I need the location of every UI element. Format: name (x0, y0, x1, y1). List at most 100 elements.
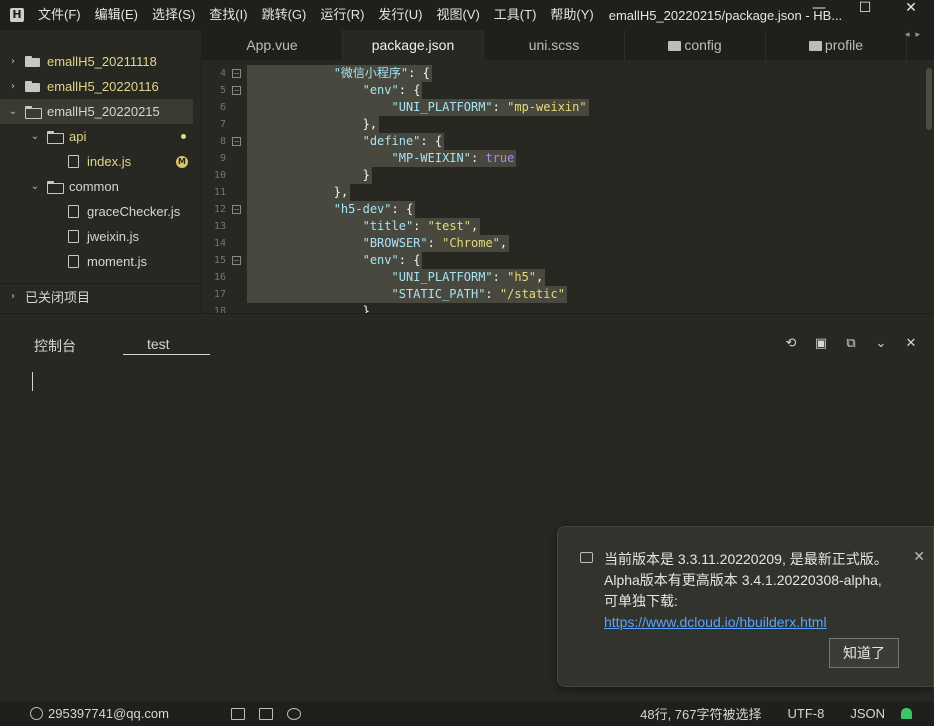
tree-item-common[interactable]: ⌄ common (0, 174, 202, 199)
notification-line: Alpha版本有更高版本 3.4.1.20220308-alpha, (604, 572, 882, 588)
notification-bell-icon[interactable] (901, 708, 912, 719)
code-line[interactable]: 11 }, (202, 184, 934, 201)
tree-item-label: graceChecker.js (87, 204, 181, 219)
message-icon (580, 552, 593, 563)
code-line[interactable]: 9 "MP-WEIXIN": true (202, 150, 934, 167)
tab-package-json[interactable]: package.json (343, 30, 484, 60)
code-line[interactable]: 13 "title": "test", (202, 218, 934, 235)
active-tab-underline (123, 354, 210, 355)
tab-profile[interactable]: profile (766, 30, 907, 60)
chevron-down-icon: ⌄ (30, 181, 40, 192)
menu-edit[interactable]: 编辑(E) (88, 0, 145, 30)
file-icon (68, 255, 79, 268)
code-line[interactable]: 8− "define": { (202, 133, 934, 150)
tree-item-label: api (69, 129, 87, 144)
code-line[interactable]: 16 "UNI_PLATFORM": "h5", (202, 269, 934, 286)
clear-console-icon[interactable]: ⧉ (842, 336, 860, 352)
menu-run[interactable]: 运行(R) (313, 0, 371, 30)
tab-config[interactable]: config (625, 30, 766, 60)
menu-publish[interactable]: 发行(U) (371, 0, 429, 30)
close-panel-icon[interactable]: ✕ (902, 336, 920, 352)
tab-console[interactable]: 控制台 (34, 336, 76, 356)
status-right: 48行, 767字符被选择 UTF-8 JSON (640, 701, 934, 726)
project-label: emallH5_20220116 (47, 79, 159, 94)
menu-file[interactable]: 文件(F) (38, 0, 88, 30)
file-icon (68, 155, 79, 168)
language-mode[interactable]: JSON (850, 706, 885, 721)
line-number: 8 (219, 136, 226, 147)
tree-item-api[interactable]: ⌄ api (0, 124, 202, 149)
encoding[interactable]: UTF-8 (787, 706, 824, 721)
code-line[interactable]: 4− "微信小程序": { (202, 65, 934, 82)
tree-item-label: jweixin.js (87, 229, 140, 244)
minimize-button[interactable]: — (796, 0, 842, 30)
code-text: "env": { (247, 252, 423, 269)
folder-open-icon (25, 106, 42, 119)
fold-toggle-icon[interactable]: − (232, 256, 241, 265)
stop-icon[interactable]: ▣ (812, 336, 830, 352)
code-text: "env": { (247, 82, 423, 99)
notification-line: 当前版本是 3.3.11.20220209, 是最新正式版。 (604, 551, 888, 567)
tree-item-index-js[interactable]: index.js M (0, 149, 202, 174)
selection-info[interactable]: 48行, 767字符被选择 (640, 704, 761, 723)
menu-tools[interactable]: 工具(T) (487, 0, 544, 30)
project-item[interactable]: › emallH5_20220116 (0, 74, 202, 99)
code-line[interactable]: 18 } (202, 303, 934, 313)
code-text: } (362, 304, 370, 313)
chevron-down-icon[interactable]: ⌄ (872, 336, 890, 352)
update-notification: ✕ 当前版本是 3.3.11.20220209, 是最新正式版。 Alpha版本… (557, 526, 934, 687)
code-line[interactable]: 10 } (202, 167, 934, 184)
line-number: 17 (213, 289, 226, 300)
menu-select[interactable]: 选择(S) (145, 0, 202, 30)
line-number: 16 (213, 272, 226, 283)
code-line[interactable]: 6 "UNI_PLATFORM": "mp-weixin" (202, 99, 934, 116)
list-icon[interactable] (230, 707, 245, 720)
menu-find[interactable]: 查找(I) (202, 0, 254, 30)
code-line[interactable]: 14 "BROWSER": "Chrome", (202, 235, 934, 252)
closed-projects-toggle[interactable]: › 已关闭项目 (0, 283, 202, 308)
download-link[interactable]: https://www.dcloud.io/hbuilderx.html (604, 612, 904, 633)
menu-goto[interactable]: 跳转(G) (255, 0, 314, 30)
tab-scroll-arrows-icon[interactable]: ◂▸ (905, 30, 926, 40)
project-item[interactable]: › emallH5_20211118 (0, 49, 202, 74)
restart-icon[interactable]: ⟲ (782, 336, 800, 352)
acknowledge-button[interactable]: 知道了 (829, 638, 899, 668)
tree-item-moment-js[interactable]: moment.js (0, 249, 202, 274)
menu-help[interactable]: 帮助(Y) (543, 0, 600, 30)
close-icon[interactable]: ✕ (913, 549, 925, 565)
fold-toggle-icon[interactable]: − (232, 205, 241, 214)
code-editor[interactable]: 4− "微信小程序": {5− "env": {6 "UNI_PLATFORM"… (202, 60, 934, 313)
code-line[interactable]: 5− "env": { (202, 82, 934, 99)
menu-view[interactable]: 视图(V) (429, 0, 486, 30)
terminal-icon[interactable] (258, 707, 273, 720)
project-item-selected[interactable]: ⌄ emallH5_20220215 (0, 99, 193, 124)
notification-line: 可单独下载: (604, 593, 678, 609)
tab-test[interactable]: test (147, 336, 170, 352)
tab-app-vue[interactable]: App.vue (202, 30, 343, 60)
console-toolbar: ⟲ ▣ ⧉ ⌄ ✕ (782, 336, 920, 352)
tab-uni-scss[interactable]: uni.scss (484, 30, 625, 60)
folder-icon (25, 81, 41, 92)
maximize-button[interactable]: ☐ (842, 0, 888, 30)
tree-item-gracechecker-js[interactable]: graceChecker.js (0, 199, 202, 224)
globe-icon[interactable] (286, 707, 301, 720)
code-text: "UNI_PLATFORM": "mp-weixin" (247, 99, 589, 116)
folder-icon (668, 41, 682, 51)
user-account[interactable]: 295397741@qq.com (48, 706, 169, 721)
code-line[interactable]: 15− "env": { (202, 252, 934, 269)
code-text: } (247, 167, 372, 184)
chevron-right-icon: › (11, 81, 15, 92)
close-window-button[interactable]: ✕ (888, 0, 934, 30)
fold-toggle-icon[interactable]: − (232, 86, 241, 95)
line-number: 12 (213, 204, 226, 215)
user-icon[interactable] (30, 707, 43, 720)
line-number: 6 (219, 102, 226, 113)
code-line[interactable]: 7 }, (202, 116, 934, 133)
title-bar: H 文件(F) 编辑(E) 选择(S) 查找(I) 跳转(G) 运行(R) 发行… (0, 0, 934, 30)
code-line[interactable]: 17 "STATIC_PATH": "/static" (202, 286, 934, 303)
fold-toggle-icon[interactable]: − (232, 137, 241, 146)
tree-item-jweixin-js[interactable]: jweixin.js (0, 224, 202, 249)
code-line[interactable]: 12− "h5-dev": { (202, 201, 934, 218)
fold-toggle-icon[interactable]: − (232, 69, 241, 78)
line-number: 13 (213, 221, 226, 232)
